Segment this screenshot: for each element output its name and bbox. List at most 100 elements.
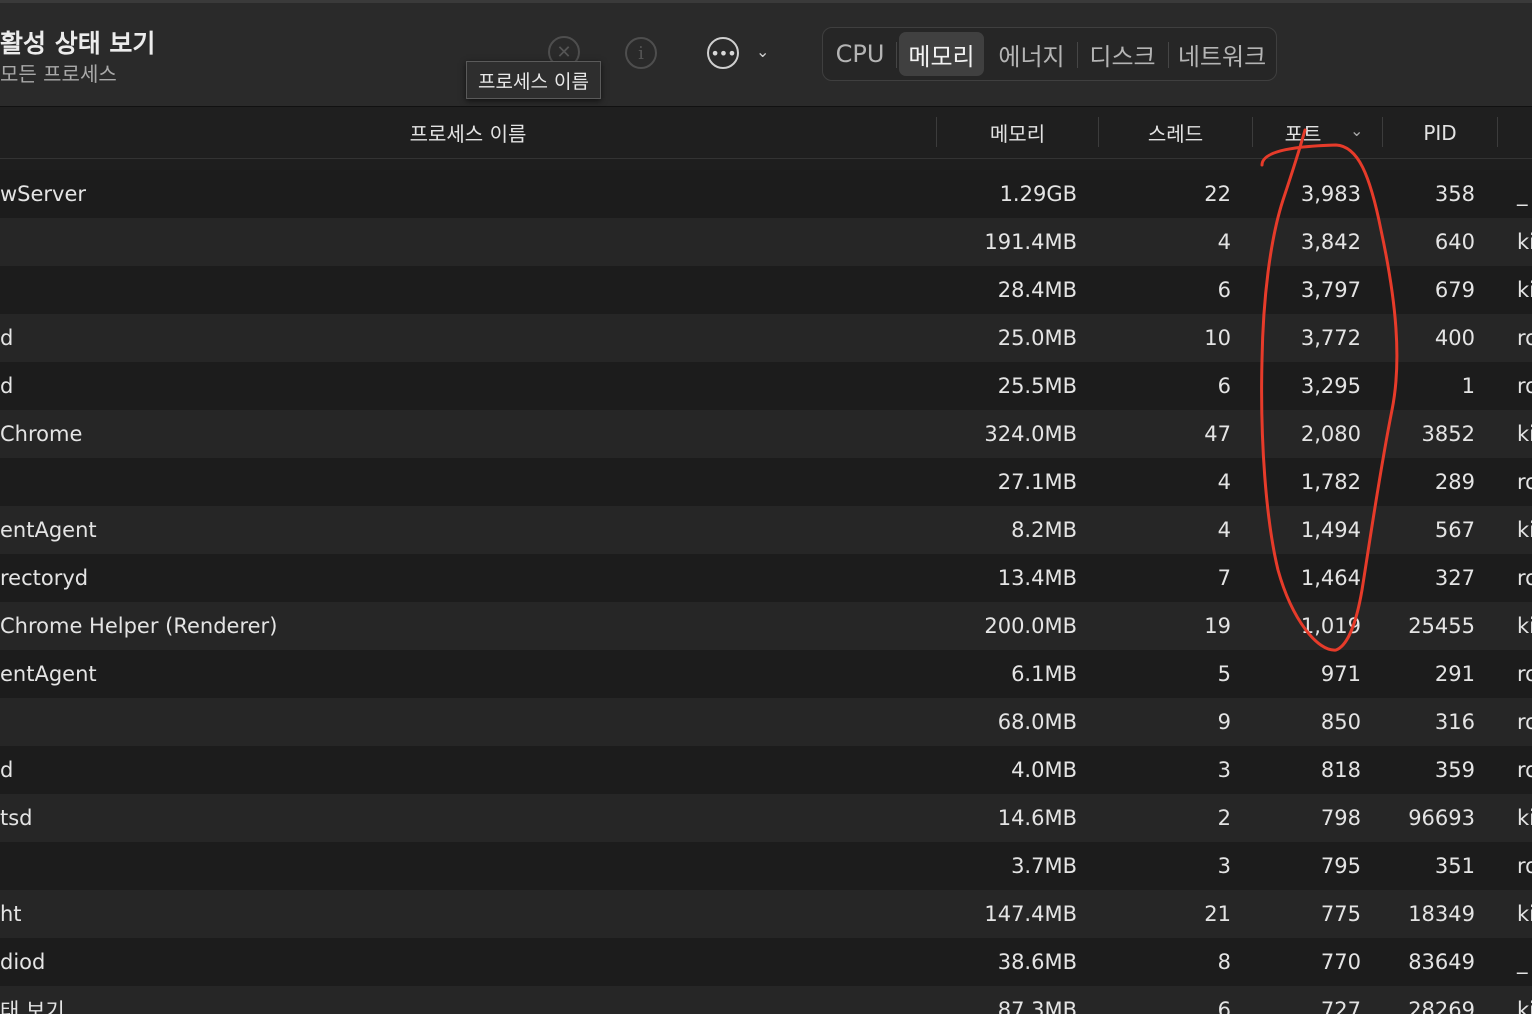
memory-cell: 14.6MB xyxy=(997,806,1077,830)
process-name-cell: d xyxy=(0,758,14,782)
window-subtitle: 모든 프로세스 xyxy=(0,62,117,86)
user-cell: ki xyxy=(1517,422,1532,446)
ports-cell: 798 xyxy=(1320,806,1361,830)
column-divider xyxy=(1497,117,1498,147)
memory-cell: 68.0MB xyxy=(997,710,1077,734)
pid-cell: 96693 xyxy=(1408,806,1475,830)
process-name-cell: rectoryd xyxy=(0,566,89,590)
threads-cell: 3 xyxy=(1217,854,1231,878)
ports-cell: 795 xyxy=(1320,854,1361,878)
ports-cell: 1,782 xyxy=(1300,470,1361,494)
view-tabs: CPU 메모리 에너지 디스크 네트워크 xyxy=(822,27,1277,81)
column-header-memory[interactable]: 메모리 xyxy=(937,107,1098,158)
threads-cell: 6 xyxy=(1217,278,1231,302)
memory-cell: 38.6MB xyxy=(997,950,1077,974)
column-header-process-name[interactable]: 프로세스 이름 xyxy=(0,107,936,158)
memory-cell: 3.7MB xyxy=(1011,854,1077,878)
memory-cell: 324.0MB xyxy=(984,422,1077,446)
tab-energy[interactable]: 에너지 xyxy=(989,32,1074,76)
top-strip xyxy=(0,0,1532,3)
table-row[interactable]: rectoryd 13.4MB 7 1,464 327 ro xyxy=(0,554,1532,602)
ports-cell: 775 xyxy=(1320,902,1361,926)
memory-cell: 4.0MB xyxy=(1011,758,1077,782)
ports-cell: 1,464 xyxy=(1300,566,1361,590)
process-name-cell: 태 보기 xyxy=(0,999,65,1014)
threads-cell: 3 xyxy=(1217,758,1231,782)
table-row[interactable]: 태 보기 87.3MB 6 727 28269 ki xyxy=(0,986,1532,1014)
pid-cell: 679 xyxy=(1434,278,1475,302)
pid-cell: 640 xyxy=(1434,230,1475,254)
threads-cell: 9 xyxy=(1217,710,1231,734)
tab-divider xyxy=(1077,42,1078,68)
memory-cell: 28.4MB xyxy=(997,278,1077,302)
tab-disk[interactable]: 디스크 xyxy=(1080,32,1165,76)
process-name-cell: tsd xyxy=(0,806,33,830)
table-row[interactable]: diod 38.6MB 8 770 83649 _ xyxy=(0,938,1532,986)
threads-cell: 10 xyxy=(1204,326,1231,350)
ports-cell: 3,797 xyxy=(1300,278,1361,302)
table-row[interactable]: entAgent 6.1MB 5 971 291 ro xyxy=(0,650,1532,698)
table-row[interactable]: d 4.0MB 3 818 359 ro xyxy=(0,746,1532,794)
table-row[interactable]: ht 147.4MB 21 775 18349 ki xyxy=(0,890,1532,938)
table-row[interactable]: 191.4MB 4 3,842 640 ki xyxy=(0,218,1532,266)
table-row[interactable]: 68.0MB 9 850 316 ro xyxy=(0,698,1532,746)
user-cell: ki xyxy=(1517,230,1532,254)
table-row[interactable]: 28.4MB 6 3,797 679 ki xyxy=(0,266,1532,314)
memory-cell: 87.3MB xyxy=(997,998,1077,1014)
sort-chevron-icon[interactable]: ⌄ xyxy=(1350,121,1363,140)
memory-cell: 1.29GB xyxy=(999,182,1077,206)
ports-cell: 3,295 xyxy=(1300,374,1361,398)
pid-cell: 25455 xyxy=(1408,614,1475,638)
window-title: 활성 상태 보기 xyxy=(0,29,156,58)
column-header-ports[interactable]: 포트 xyxy=(1253,107,1353,158)
table-row[interactable]: 27.1MB 4 1,782 289 ro xyxy=(0,458,1532,506)
table-row[interactable]: tsd 14.6MB 2 798 96693 ki xyxy=(0,794,1532,842)
memory-cell: 8.2MB xyxy=(1011,518,1077,542)
threads-cell: 47 xyxy=(1204,422,1231,446)
memory-cell: 25.0MB xyxy=(997,326,1077,350)
threads-cell: 19 xyxy=(1204,614,1231,638)
table-row[interactable]: d 25.0MB 10 3,772 400 ro xyxy=(0,314,1532,362)
process-name-cell: wServer xyxy=(0,182,87,206)
more-options-icon[interactable]: ••• xyxy=(707,37,739,69)
threads-cell: 6 xyxy=(1217,374,1231,398)
pid-cell: 400 xyxy=(1434,326,1475,350)
table-row[interactable]: entAgent 8.2MB 4 1,494 567 ki xyxy=(0,506,1532,554)
table-row[interactable]: Chrome Helper (Renderer) 200.0MB 19 1,019 25… xyxy=(0,602,1532,650)
process-name-cell: diod xyxy=(0,950,46,974)
ports-cell: 3,983 xyxy=(1300,182,1361,206)
memory-cell: 147.4MB xyxy=(984,902,1077,926)
pid-cell: 83649 xyxy=(1408,950,1475,974)
table-row[interactable]: d 25.5MB 6 3,295 1 ro xyxy=(0,362,1532,410)
pid-cell: 358 xyxy=(1434,182,1475,206)
user-cell: ki xyxy=(1517,518,1532,542)
tab-divider xyxy=(1168,42,1169,68)
user-cell: ki xyxy=(1517,614,1532,638)
user-cell: ro xyxy=(1517,326,1532,350)
table-row[interactable]: wServer 1.29GB 22 3,983 358 _ xyxy=(0,170,1532,218)
chevron-down-icon[interactable]: ⌄ xyxy=(756,42,769,61)
tab-network[interactable]: 네트워크 xyxy=(1171,32,1273,76)
user-cell: ki xyxy=(1517,278,1532,302)
process-name-cell: d xyxy=(0,326,14,350)
threads-cell: 22 xyxy=(1204,182,1231,206)
process-table-body: wServer 1.29GB 22 3,983 358 _ 191.4MB 4 3,842 640… xyxy=(0,170,1532,1014)
table-header: 프로세스 이름 메모리 스레드 포트 ⌄ PID xyxy=(0,107,1532,159)
memory-cell: 6.1MB xyxy=(1011,662,1077,686)
info-icon[interactable]: i xyxy=(625,37,657,69)
column-header-pid[interactable]: PID xyxy=(1383,107,1497,158)
memory-cell: 25.5MB xyxy=(997,374,1077,398)
column-header-threads[interactable]: 스레드 xyxy=(1099,107,1252,158)
table-row[interactable]: Chrome 324.0MB 47 2,080 3852 ki xyxy=(0,410,1532,458)
threads-cell: 4 xyxy=(1217,518,1231,542)
user-cell: ro xyxy=(1517,758,1532,782)
table-row[interactable]: 3.7MB 3 795 351 ro xyxy=(0,842,1532,890)
memory-cell: 200.0MB xyxy=(984,614,1077,638)
memory-cell: 27.1MB xyxy=(997,470,1077,494)
tab-memory[interactable]: 메모리 xyxy=(899,32,984,76)
toolbar: 활성 상태 보기 모든 프로세스 ✕ i ••• ⌄ 프로세스 이름 CPU 메… xyxy=(0,0,1532,107)
activity-monitor-window: 활성 상태 보기 모든 프로세스 ✕ i ••• ⌄ 프로세스 이름 CPU 메… xyxy=(0,0,1532,1014)
pid-cell: 291 xyxy=(1434,662,1475,686)
tab-cpu[interactable]: CPU xyxy=(827,32,893,76)
user-cell: ro xyxy=(1517,854,1532,878)
